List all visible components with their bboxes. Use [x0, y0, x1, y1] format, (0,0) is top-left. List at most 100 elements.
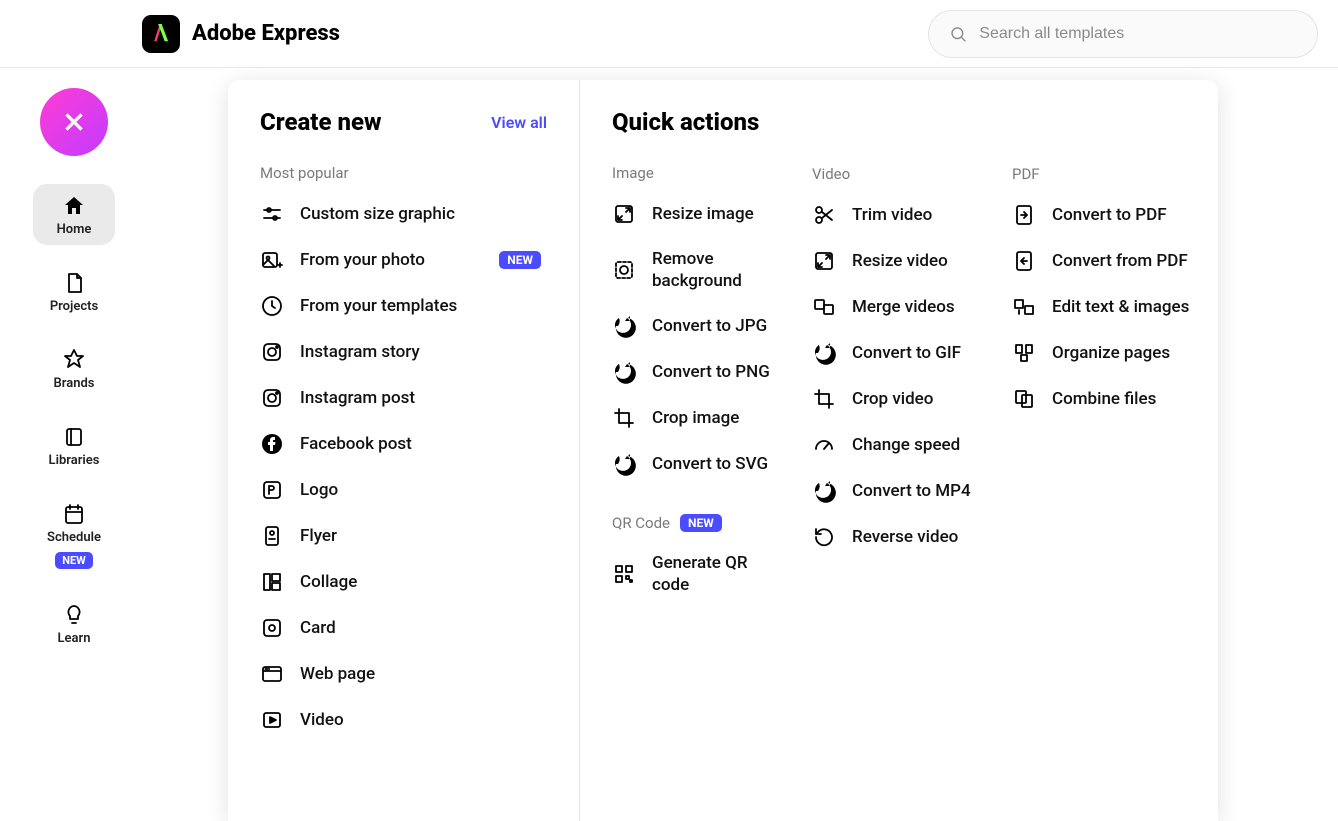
- quick-item-reverse-video[interactable]: Reverse video: [812, 525, 1012, 549]
- brand-title: Adobe Express: [192, 21, 340, 46]
- quick-item-resize-video[interactable]: Resize video: [812, 249, 1012, 273]
- new-badge: NEW: [55, 552, 93, 569]
- card-icon: [260, 616, 284, 640]
- sidebar-item-label: Home: [57, 222, 92, 237]
- document-icon: [62, 271, 86, 295]
- qr-icon: [612, 562, 636, 586]
- convert-icon: [612, 360, 636, 384]
- create-item-collage[interactable]: Collage: [260, 570, 547, 594]
- sidebar-item-libraries[interactable]: Libraries: [33, 415, 115, 476]
- quick-item-generate-qr[interactable]: Generate QR code: [612, 552, 812, 596]
- combine-icon: [1012, 387, 1036, 411]
- libraries-icon: [62, 425, 86, 449]
- item-label: Instagram story: [300, 341, 420, 363]
- quick-item-trim-video[interactable]: Trim video: [812, 203, 1012, 227]
- qr-code-label: QR Code: [612, 514, 670, 532]
- edit-icon: [1012, 295, 1036, 319]
- item-label: Convert from PDF: [1052, 250, 1188, 272]
- crop-icon: [812, 387, 836, 411]
- image-heading: Image: [612, 164, 812, 182]
- sidebar-item-label: Projects: [50, 299, 98, 314]
- sidebar-item-label: Schedule: [47, 530, 101, 545]
- item-label: Combine files: [1052, 388, 1156, 410]
- quick-item-merge-videos[interactable]: Merge videos: [812, 295, 1012, 319]
- quick-item-convert-png[interactable]: Convert to PNG: [612, 360, 812, 384]
- create-items-list: Custom size graphic From your photo NEW …: [260, 202, 547, 732]
- create-item-instagram-post[interactable]: Instagram post: [260, 386, 547, 410]
- gauge-icon: [812, 433, 836, 457]
- instagram-icon: [260, 340, 284, 364]
- create-item-instagram-story[interactable]: Instagram story: [260, 340, 547, 364]
- brand[interactable]: /\ Adobe Express: [142, 15, 340, 53]
- new-badge: NEW: [499, 251, 541, 269]
- sidebar-item-brands[interactable]: Brands: [33, 338, 115, 399]
- quick-item-convert-mp4[interactable]: Convert to MP4: [812, 479, 1012, 503]
- new-badge: NEW: [680, 514, 722, 532]
- quick-item-crop-video[interactable]: Crop video: [812, 387, 1012, 411]
- app-header: /\ Adobe Express: [0, 0, 1338, 68]
- quick-image-column: Quick actions Image Resize image Remove …: [612, 108, 812, 793]
- lightbulb-icon: [62, 603, 86, 627]
- search-icon: [949, 24, 967, 44]
- quick-item-crop-image[interactable]: Crop image: [612, 406, 812, 430]
- organize-icon: [1012, 341, 1036, 365]
- item-label: Convert to SVG: [652, 453, 768, 475]
- item-label: From your templates: [300, 295, 457, 317]
- sidebar-nav: Home Projects Brands Libraries Schedule: [33, 184, 115, 654]
- convert-icon: [812, 341, 836, 365]
- quick-item-change-speed[interactable]: Change speed: [812, 433, 1012, 457]
- create-new-column: Create new View all Most popular Custom …: [228, 80, 580, 821]
- create-item-video[interactable]: Video: [260, 708, 547, 732]
- quick-actions-column: Quick actions Image Resize image Remove …: [580, 80, 1218, 821]
- item-label: Video: [300, 709, 344, 731]
- create-item-logo[interactable]: Logo: [260, 478, 547, 502]
- quick-item-combine-files[interactable]: Combine files: [1012, 387, 1212, 411]
- item-label: Edit text & images: [1052, 296, 1189, 318]
- item-label: Convert to GIF: [852, 342, 961, 364]
- create-item-flyer[interactable]: Flyer: [260, 524, 547, 548]
- item-label: Resize image: [652, 203, 754, 225]
- sidebar-item-home[interactable]: Home: [33, 184, 115, 245]
- view-all-link[interactable]: View all: [491, 113, 547, 132]
- item-label: Reverse video: [852, 526, 958, 548]
- sidebar-item-projects[interactable]: Projects: [33, 261, 115, 322]
- home-icon: [62, 194, 86, 218]
- convert-icon: [612, 452, 636, 476]
- create-panel: Create new View all Most popular Custom …: [228, 80, 1218, 821]
- quick-item-remove-bg[interactable]: Remove background: [612, 248, 812, 292]
- scissors-icon: [812, 203, 836, 227]
- search-input[interactable]: [979, 25, 1297, 43]
- create-item-web-page[interactable]: Web page: [260, 662, 547, 686]
- quick-video-column: Video Trim video Resize video Merge vide…: [812, 108, 1012, 793]
- quick-item-edit-text-images[interactable]: Edit text & images: [1012, 295, 1212, 319]
- sidebar: Home Projects Brands Libraries Schedule: [0, 68, 228, 654]
- create-item-card[interactable]: Card: [260, 616, 547, 640]
- item-label: Convert to MP4: [852, 480, 971, 502]
- item-label: Convert to PDF: [1052, 204, 1167, 226]
- item-label: Custom size graphic: [300, 203, 455, 225]
- item-label: Crop video: [852, 388, 933, 410]
- quick-item-organize-pages[interactable]: Organize pages: [1012, 341, 1212, 365]
- sidebar-item-label: Learn: [58, 631, 91, 646]
- quick-item-convert-from-pdf[interactable]: Convert from PDF: [1012, 249, 1212, 273]
- close-button[interactable]: [40, 88, 108, 156]
- quick-item-convert-gif[interactable]: Convert to GIF: [812, 341, 1012, 365]
- item-label: Merge videos: [852, 296, 955, 318]
- create-item-facebook-post[interactable]: Facebook post: [260, 432, 547, 456]
- create-item-custom-size[interactable]: Custom size graphic: [260, 202, 547, 226]
- quick-item-convert-jpg[interactable]: Convert to JPG: [612, 314, 812, 338]
- quick-item-resize-image[interactable]: Resize image: [612, 202, 812, 226]
- create-item-from-templates[interactable]: From your templates: [260, 294, 547, 318]
- calendar-icon: [62, 502, 86, 526]
- crop-icon: [612, 406, 636, 430]
- search-input-wrap[interactable]: [928, 10, 1318, 58]
- quick-item-convert-svg[interactable]: Convert to SVG: [612, 452, 812, 476]
- pdf-to-icon: [1012, 203, 1036, 227]
- pdf-from-icon: [1012, 249, 1036, 273]
- resize-icon: [812, 249, 836, 273]
- sidebar-item-schedule[interactable]: Schedule NEW: [33, 492, 115, 577]
- most-popular-heading: Most popular: [260, 164, 547, 182]
- quick-item-convert-to-pdf[interactable]: Convert to PDF: [1012, 203, 1212, 227]
- create-item-from-photo[interactable]: From your photo NEW: [260, 248, 547, 272]
- sidebar-item-learn[interactable]: Learn: [33, 593, 115, 654]
